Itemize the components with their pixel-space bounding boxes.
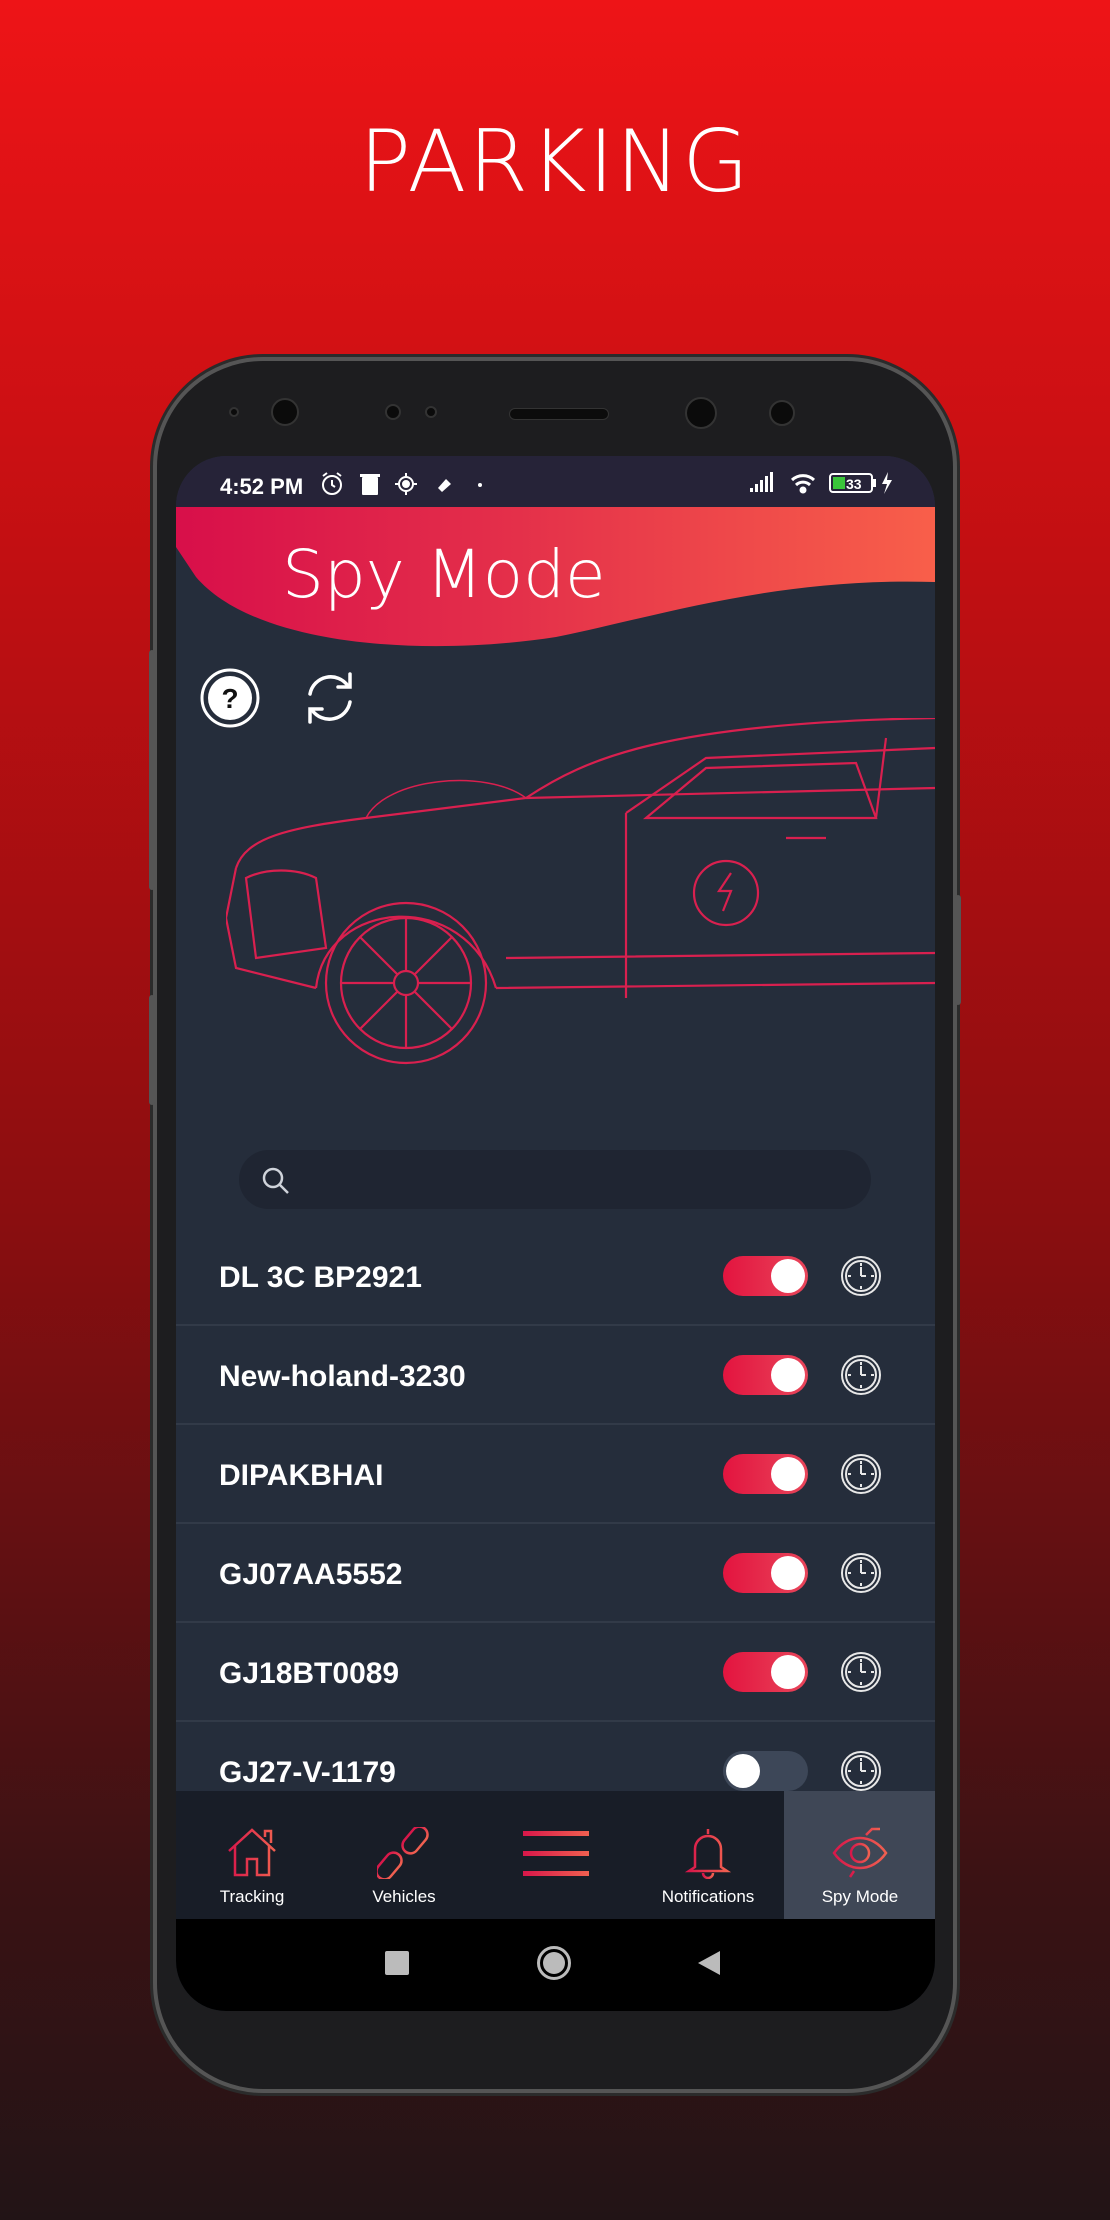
spy-mode-toggle[interactable] xyxy=(723,1751,808,1791)
promo-title: PARKING xyxy=(359,112,751,212)
vehicle-name: DL 3C BP2921 xyxy=(219,1261,422,1294)
menu-icon xyxy=(523,1831,589,1876)
speaker xyxy=(509,408,609,420)
vehicle-name: GJ27-V-1179 xyxy=(219,1756,396,1789)
vehicle-name: DIPAKBHAI xyxy=(219,1459,384,1492)
vehicle-row: GJ18BT0089 xyxy=(176,1623,935,1722)
tab-menu[interactable] xyxy=(480,1791,632,1919)
spy-mode-toggle[interactable] xyxy=(723,1256,808,1296)
tag-icon xyxy=(438,479,451,492)
vehicle-row: GJ07AA5552 xyxy=(176,1524,935,1623)
trash-icon xyxy=(360,474,380,495)
tab-spy-mode[interactable]: Spy Mode xyxy=(784,1791,935,1919)
spy-mode-toggle[interactable] xyxy=(723,1355,808,1395)
tab-tracking[interactable]: Tracking xyxy=(176,1791,328,1919)
vehicle-name: GJ07AA5552 xyxy=(219,1558,403,1591)
status-time: 4:52 PM xyxy=(220,474,304,499)
schedule-clock-icon[interactable] xyxy=(840,1552,882,1594)
tab-label: Vehicles xyxy=(372,1887,436,1906)
spy-mode-toggle[interactable] xyxy=(723,1553,808,1593)
tab-vehicles[interactable]: Vehicles xyxy=(328,1791,480,1919)
charging-icon xyxy=(882,472,892,494)
camera-icon xyxy=(685,397,717,429)
battery-icon: 33 xyxy=(829,473,876,493)
wifi-icon xyxy=(790,474,816,494)
toggle-knob xyxy=(771,1655,805,1689)
schedule-clock-icon[interactable] xyxy=(840,1255,882,1297)
sensor-icon xyxy=(385,404,401,420)
spy-mode-toggle[interactable] xyxy=(723,1652,808,1692)
vehicle-row: DIPAKBHAI xyxy=(176,1425,935,1524)
vehicle-name: GJ18BT0089 xyxy=(219,1657,400,1690)
power-button xyxy=(955,895,961,1005)
toggle-knob xyxy=(771,1457,805,1491)
bell-icon xyxy=(684,1829,732,1879)
signal-icon xyxy=(750,472,773,492)
vehicle-row: New-holand-3230 xyxy=(176,1326,935,1425)
schedule-clock-icon[interactable] xyxy=(840,1750,882,1792)
toggle-knob xyxy=(771,1358,805,1392)
recents-button[interactable] xyxy=(385,1951,409,1975)
car-illustration xyxy=(226,718,935,1065)
schedule-clock-icon[interactable] xyxy=(840,1453,882,1495)
sensor-icon xyxy=(229,407,239,417)
search-icon xyxy=(262,1167,289,1194)
sensor-icon xyxy=(425,406,437,418)
svg-text:33: 33 xyxy=(846,476,862,492)
eye-icon xyxy=(832,1827,888,1878)
status-bar: 4:52 PM 33 xyxy=(176,456,935,507)
vehicle-name: New-holand-3230 xyxy=(219,1360,466,1393)
status-icons-right: 33 xyxy=(750,472,892,494)
home-icon xyxy=(228,1828,276,1877)
dot-icon xyxy=(478,483,482,487)
camera-icon xyxy=(271,398,299,426)
status-icons-left xyxy=(322,472,482,495)
toggle-knob xyxy=(726,1754,760,1788)
location-icon xyxy=(395,473,417,495)
tab-label: Tracking xyxy=(219,1887,285,1906)
tab-notifications[interactable]: Notifications xyxy=(632,1791,784,1919)
back-button[interactable] xyxy=(696,1949,722,1977)
home-button[interactable] xyxy=(537,1946,571,1980)
search-input[interactable] xyxy=(239,1150,871,1209)
system-nav-bar xyxy=(176,1919,935,2011)
page-title: Spy Mode xyxy=(282,536,606,613)
svg-text:?: ? xyxy=(221,683,238,714)
vehicle-row: DL 3C BP2921 xyxy=(176,1227,935,1326)
toggle-knob xyxy=(771,1556,805,1590)
toggle-knob xyxy=(771,1259,805,1293)
schedule-clock-icon[interactable] xyxy=(840,1651,882,1693)
bottom-nav: Tracking Vehicles Notifications Spy Mode xyxy=(176,1791,935,1919)
spy-mode-toggle[interactable] xyxy=(723,1454,808,1494)
app-screen: 4:52 PM 33 Spy Mode ? DL 3C BP2921 New-h… xyxy=(176,456,935,2011)
schedule-clock-icon[interactable] xyxy=(840,1354,882,1396)
volume-button xyxy=(149,650,155,890)
tab-label: Spy Mode xyxy=(821,1887,899,1906)
link-icon xyxy=(377,1827,429,1879)
alarm-icon xyxy=(322,472,342,495)
side-button xyxy=(149,995,155,1105)
camera-icon xyxy=(769,400,795,426)
tab-label: Notifications xyxy=(661,1887,755,1906)
